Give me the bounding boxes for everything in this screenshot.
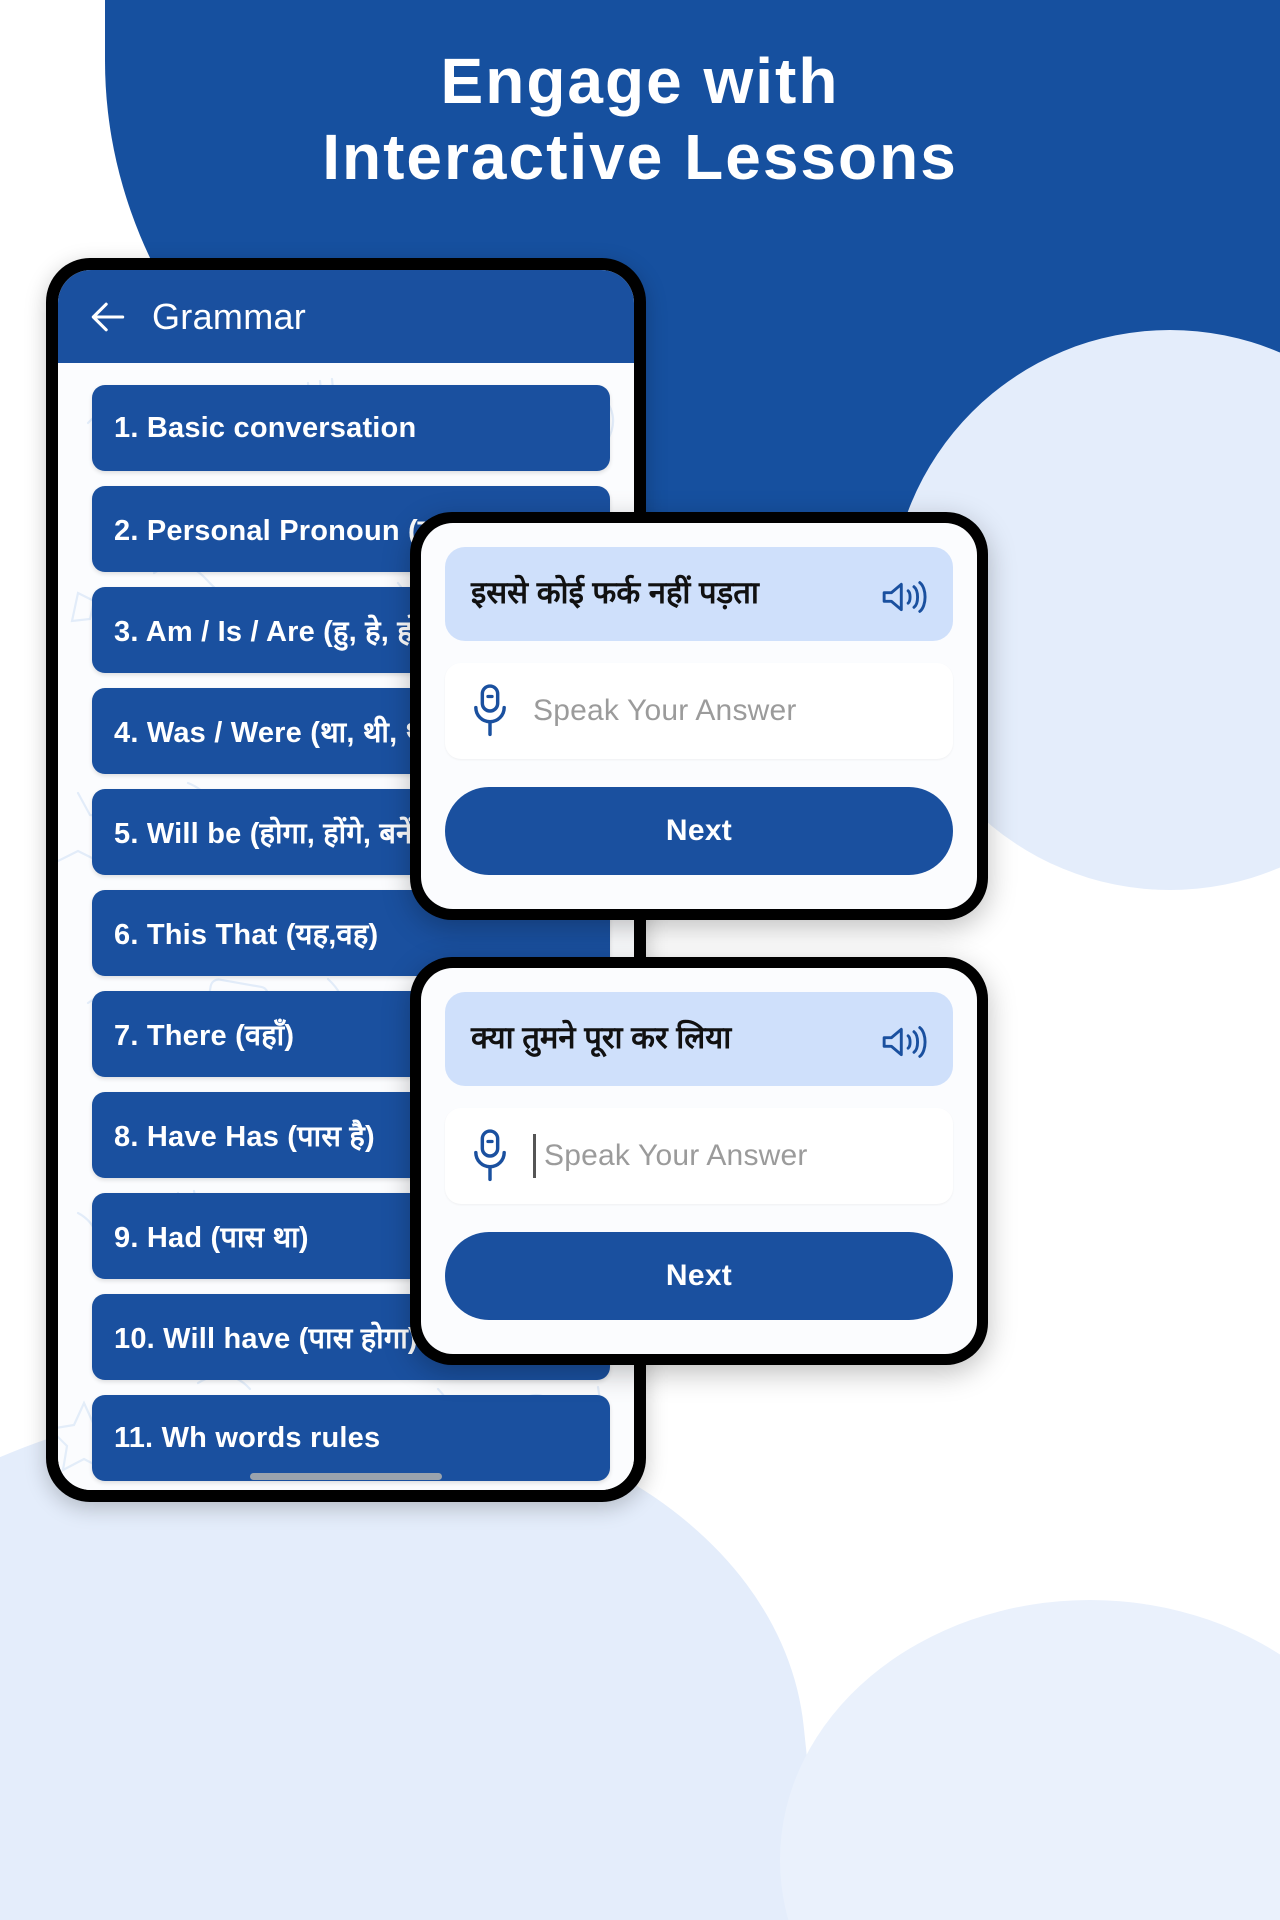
app-bar: Grammar <box>58 270 634 363</box>
headline: Engage with Interactive Lessons <box>0 44 1280 195</box>
question-card-1: इससे कोई फर्क नहीं पड़ता Speak Your Answ… <box>410 512 988 920</box>
next-button-1[interactable]: Next <box>445 787 953 875</box>
next-button-2[interactable]: Next <box>445 1232 953 1320</box>
prompt-text: क्या तुमने पूरा कर लिया <box>471 1020 732 1055</box>
question-card-1-body: इससे कोई फर्क नहीं पड़ता Speak Your Answ… <box>421 523 977 909</box>
answer-placeholder-2: Speak Your Answer <box>544 1139 808 1172</box>
headline-line-1: Engage with <box>440 45 840 117</box>
headline-line-2: Interactive Lessons <box>322 120 958 193</box>
microphone-icon[interactable] <box>467 682 513 740</box>
speaker-icon[interactable] <box>879 575 927 619</box>
answer-placeholder-1: Speak Your Answer <box>533 694 797 727</box>
page-title: Grammar <box>152 295 307 337</box>
microphone-icon[interactable] <box>467 1127 513 1185</box>
prompt-box: इससे कोई फर्क नहीं पड़ता <box>445 547 953 641</box>
question-card-2: क्या तुमने पूरा कर लिया Speak Your Answe… <box>410 957 988 1365</box>
light-blue-blob-bottom-right <box>780 1600 1280 1920</box>
scroll-indicator[interactable] <box>250 1473 442 1480</box>
speaker-icon[interactable] <box>879 1020 927 1064</box>
answer-input-2[interactable]: Speak Your Answer <box>445 1108 953 1204</box>
prompt-text: इससे कोई फर्क नहीं पड़ता <box>471 575 759 610</box>
answer-input-1[interactable]: Speak Your Answer <box>445 663 953 759</box>
prompt-box: क्या तुमने पूरा कर लिया <box>445 992 953 1086</box>
question-card-2-body: क्या तुमने पूरा कर लिया Speak Your Answe… <box>421 968 977 1354</box>
lesson-item[interactable]: 1. Basic conversation <box>92 385 610 471</box>
text-cursor <box>533 1134 536 1178</box>
lesson-item[interactable]: 11. Wh words rules <box>92 1395 610 1481</box>
arrow-left-icon[interactable] <box>86 295 130 339</box>
